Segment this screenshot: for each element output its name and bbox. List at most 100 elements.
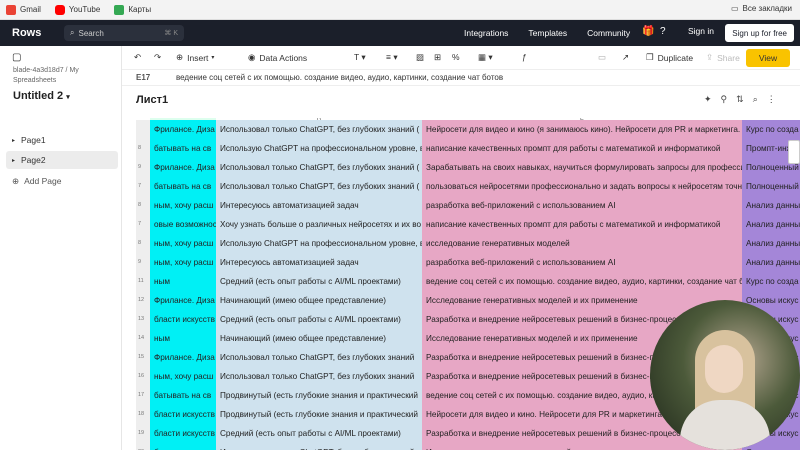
table-cell[interactable]: Интересуюсь автоматизацией задач — [216, 253, 422, 272]
table-cell[interactable]: батывать на св — [150, 139, 216, 158]
function-icon[interactable]: ƒ — [522, 52, 527, 62]
nav-community[interactable]: Community — [587, 28, 630, 38]
undo-icon[interactable]: ↶ — [134, 52, 141, 63]
table-cell[interactable]: батывать на св — [150, 386, 216, 405]
table-cell[interactable]: Фрилансе. Диза — [150, 158, 216, 177]
filter-icon[interactable]: ⚲ — [721, 94, 728, 105]
table-cell[interactable]: Использовал только ChatGPT, без глубоких… — [216, 348, 422, 367]
table-cell[interactable]: Курс по созда — [742, 272, 800, 291]
sign-in-link[interactable]: Sign in — [688, 26, 714, 36]
breadcrumb[interactable]: blade-4a3d18d7 / My Spreadsheets — [13, 66, 113, 86]
table-cell[interactable]: Использовал только ChatGPT, без глубоких… — [216, 443, 422, 450]
table-row[interactable]: Фрилансе. Диза Использовал только ChatGPT… — [136, 120, 800, 139]
all-bookmarks[interactable]: ▭ Все закладки — [731, 4, 792, 13]
table-cell[interactable]: Полноценный — [742, 177, 800, 196]
table-cell[interactable]: Средний (есть опыт работы с AI/ML проект… — [216, 310, 422, 329]
rows-logo[interactable]: Rows — [12, 27, 52, 39]
table-cell[interactable]: ным, хочу расш — [150, 196, 216, 215]
table-row[interactable]: 8 ным, хочу расш Интересуюсь автоматизацие… — [136, 196, 800, 215]
bookmark-maps[interactable]: Карты — [114, 4, 151, 15]
table-row[interactable]: 7 овые возможнос Хочу узнать больше о разл… — [136, 215, 800, 234]
trend-icon[interactable]: ↗ — [622, 52, 629, 63]
table-cell[interactable]: ным, хочу расш — [150, 234, 216, 253]
table-cell[interactable]: написание качественных промпт для работы… — [422, 215, 742, 234]
table-cell[interactable]: Хочу узнать больше о различных нейросетя… — [216, 215, 422, 234]
data-actions-button[interactable]: ◉ Data Actions — [248, 52, 307, 63]
share-button[interactable]: ⇪ Share — [706, 52, 740, 63]
table-cell[interactable]: Фрилансе. Диза — [150, 120, 216, 139]
table-cell[interactable]: Продвинутый (есть глубокие знания и прак… — [216, 386, 422, 405]
table-row[interactable]: 9 ным, хочу расш Интересуюсь автоматизацие… — [136, 253, 800, 272]
table-cell[interactable]: Начинающий (имею общее представление) — [216, 291, 422, 310]
table-cell[interactable]: ведение соц сетей с их помощью. создание… — [422, 272, 742, 291]
table-cell[interactable]: написание качественных промпт для работы… — [422, 139, 742, 158]
percent-icon[interactable]: % — [452, 52, 460, 62]
table-cell[interactable]: Анализ данны — [742, 253, 800, 272]
paint-icon[interactable]: ▨ — [416, 52, 424, 63]
comment-icon[interactable]: ▭ — [598, 52, 606, 63]
table-cell[interactable]: Нейросети для видео и кино (я занимаюсь … — [422, 120, 742, 139]
add-page-button[interactable]: ⊕ Add Page — [6, 172, 118, 190]
text-format-icon[interactable]: T ▾ — [354, 52, 366, 63]
table-cell[interactable]: Использовал только ChatGPT, без глубоких… — [216, 177, 422, 196]
search-input[interactable]: ⌕ Search ⌘ K — [64, 25, 184, 41]
gift-icon[interactable]: 🎁 — [642, 26, 654, 37]
table-cell[interactable]: Использовал только ChatGPT, без глубоких… — [216, 158, 422, 177]
side-panel-handle[interactable] — [788, 140, 800, 164]
chart-icon[interactable]: ▦ ▾ — [478, 52, 493, 63]
table-cell[interactable]: ным — [150, 272, 216, 291]
table-cell[interactable]: ным, хочу расш — [150, 253, 216, 272]
border-icon[interactable]: ⊞ — [434, 52, 441, 63]
table-row[interactable]: 11 ным Средний (есть опыт работы с AI/ML п… — [136, 272, 800, 291]
search-icon[interactable]: ⌕ — [753, 94, 758, 105]
table-cell[interactable]: Использую ChatGPT на профессиональном ур… — [216, 234, 422, 253]
sort-icon[interactable]: ⇅ — [736, 94, 744, 105]
table-cell[interactable]: ным — [150, 329, 216, 348]
table-cell[interactable]: Анализ данны — [742, 215, 800, 234]
table-cell[interactable]: Анализ данны — [742, 234, 800, 253]
nav-integrations[interactable]: Integrations — [464, 28, 508, 38]
bookmark-gmail[interactable]: Gmail — [6, 4, 41, 15]
table-cell[interactable]: батывать на св — [150, 177, 216, 196]
help-icon[interactable]: ? — [660, 26, 666, 37]
align-icon[interactable]: ≡ ▾ — [386, 52, 398, 63]
table-cell[interactable]: исследование генеративных моделей — [422, 234, 742, 253]
table-cell[interactable]: Начинающий (имею общее представление) — [216, 329, 422, 348]
formula-bar[interactable]: E17 ведение соц сетей с их помощью. созд… — [122, 70, 800, 86]
redo-icon[interactable]: ↷ — [154, 52, 161, 63]
nav-templates[interactable]: Templates — [528, 28, 567, 38]
duplicate-button[interactable]: ❐ Duplicate — [646, 52, 693, 63]
table-row[interactable]: 8 ным, хочу расш Использую ChatGPT на проф… — [136, 234, 800, 253]
table-row[interactable]: 8 батывать на св Использую ChatGPT на проф… — [136, 139, 800, 158]
formula-input[interactable]: ведение соц сетей с их помощью. создание… — [176, 73, 503, 82]
more-icon[interactable]: ⋮ — [767, 94, 776, 105]
table-cell[interactable]: Использовал только ChatGPT, без глубоких… — [216, 120, 422, 139]
table-cell[interactable]: овые возможнос — [150, 215, 216, 234]
table-cell[interactable]: Анализ данны — [742, 196, 800, 215]
table-cell[interactable]: Зарабатывать на своих навыках, научиться… — [422, 158, 742, 177]
view-button[interactable]: View — [746, 49, 790, 67]
table-cell[interactable]: Фрилансе. Диза — [150, 291, 216, 310]
table-cell[interactable]: Использую ChatGPT на профессиональном ур… — [216, 139, 422, 158]
ai-icon[interactable]: ✦ — [704, 94, 712, 105]
sidebar-item-page2[interactable]: ▸ Page2 — [6, 151, 118, 169]
table-cell[interactable]: бласти искусств — [150, 405, 216, 424]
table-cell[interactable]: Продвинутый (есть глубокие знания и прак… — [216, 405, 422, 424]
table-row[interactable]: 9 Фрилансе. Диза Использовал только ChatGP… — [136, 158, 800, 177]
document-title[interactable]: Untitled 2 ▾ — [13, 90, 70, 102]
table-cell[interactable]: бласти искусств — [150, 443, 216, 450]
table-cell[interactable]: Средний (есть опыт работы с AI/ML проект… — [216, 424, 422, 443]
table-cell[interactable]: Фрилансе. Диза — [150, 348, 216, 367]
sidebar-item-page1[interactable]: ▸ Page1 — [6, 131, 118, 149]
sidebar-toggle-icon[interactable]: ▢ — [12, 52, 21, 63]
bookmark-youtube[interactable]: YouTube — [54, 4, 100, 15]
table-cell[interactable]: Средний (есть опыт работы с AI/ML проект… — [216, 272, 422, 291]
table-cell[interactable]: ным, хочу расш — [150, 367, 216, 386]
table-cell[interactable]: пользоваться нейросетями профессионально… — [422, 177, 742, 196]
table-cell[interactable]: Курс по созда — [742, 120, 800, 139]
table-cell[interactable]: разработка веб-приложений с использовани… — [422, 253, 742, 272]
table-cell[interactable]: Интересуюсь автоматизацией задач — [216, 196, 422, 215]
table-row[interactable]: 7 батывать на св Использовал только ChatGP… — [136, 177, 800, 196]
table-cell[interactable]: Использовал только ChatGPT, без глубоких… — [216, 367, 422, 386]
insert-button[interactable]: ⊕ Insert ▾ — [176, 52, 214, 63]
